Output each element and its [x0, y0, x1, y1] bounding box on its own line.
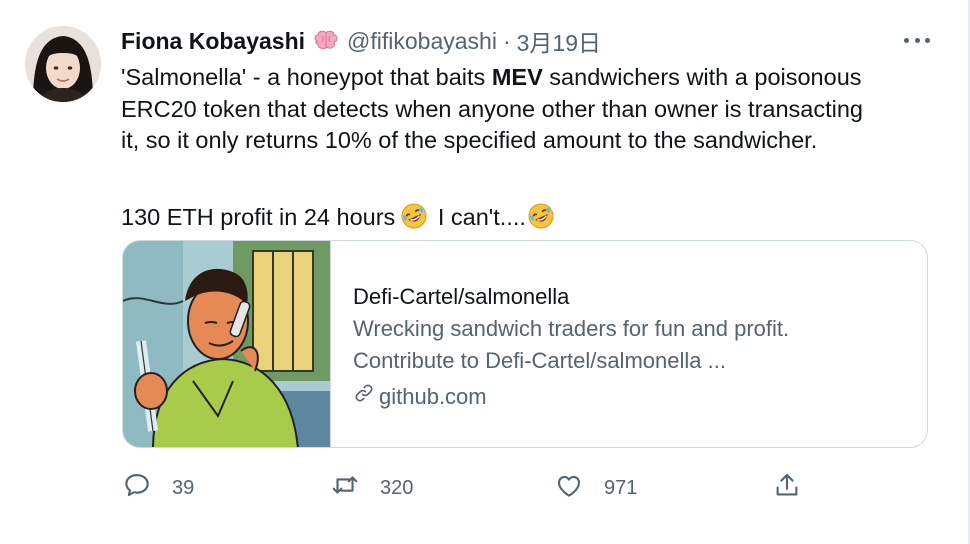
retweet-icon — [330, 470, 380, 506]
tweet-text-line: ERC20 token that detects when anyone oth… — [121, 95, 864, 122]
like-button[interactable]: 971 — [554, 470, 637, 506]
separator-dot: · — [502, 27, 511, 54]
like-count: 971 — [604, 476, 638, 499]
retweet-count: 320 — [380, 476, 414, 499]
card-title[interactable]: Defi-Cartel/salmonella — [353, 281, 789, 313]
tweet-text-line: 'Salmonella' - a honeypot that baits MEV… — [121, 64, 862, 90]
share-icon — [772, 470, 822, 506]
brain-emoji-icon — [313, 30, 339, 52]
share-button[interactable] — [772, 470, 822, 506]
reply-icon — [122, 470, 172, 506]
card-domain: github.com — [353, 381, 789, 413]
card-thumbnail — [123, 241, 331, 447]
card-description: Wrecking sandwich traders for fun and pr… — [353, 316, 790, 341]
retweet-button[interactable]: 320 — [330, 470, 413, 506]
card-text: Defi-Cartel/salmonella Wrecking sandwich… — [331, 241, 789, 447]
heart-icon — [554, 470, 604, 506]
card-description: Contribute to Defi-Cartel/salmonella ... — [353, 348, 726, 373]
tweet-text-line: it, so it only returns 10% of the specif… — [121, 127, 818, 153]
link-preview-card[interactable]: Defi-Cartel/salmonella Wrecking sandwich… — [122, 240, 928, 448]
author-display-name[interactable]: Fiona Kobayashi — [121, 28, 305, 55]
tweet-actions: 39 320 971 — [122, 470, 822, 500]
avatar[interactable] — [25, 26, 101, 102]
author-handle[interactable]: @fifikobayashi — [347, 28, 497, 55]
reply-button[interactable]: 39 — [122, 470, 194, 506]
link-icon — [353, 381, 379, 413]
card-domain-text: github.com — [379, 384, 487, 409]
reply-count: 39 — [172, 476, 195, 499]
bold-mev: MEV — [491, 64, 543, 90]
rolling-laughing-emoji-icon — [401, 203, 427, 229]
tweet: Fiona Kobayashi @fifikobayashi · 3月19日 '… — [0, 0, 970, 544]
rolling-laughing-emoji-icon — [528, 203, 554, 229]
tweet-text-line: 130 ETH profit in 24 hours I can't.... — [121, 202, 941, 234]
tweet-text: 'Salmonella' - a honeypot that baits MEV… — [121, 62, 941, 233]
tweet-header: Fiona Kobayashi @fifikobayashi · 3月19日 — [121, 24, 601, 58]
more-horizontal-icon[interactable] — [904, 30, 930, 50]
tweet-date[interactable]: 3月19日 — [517, 24, 601, 58]
